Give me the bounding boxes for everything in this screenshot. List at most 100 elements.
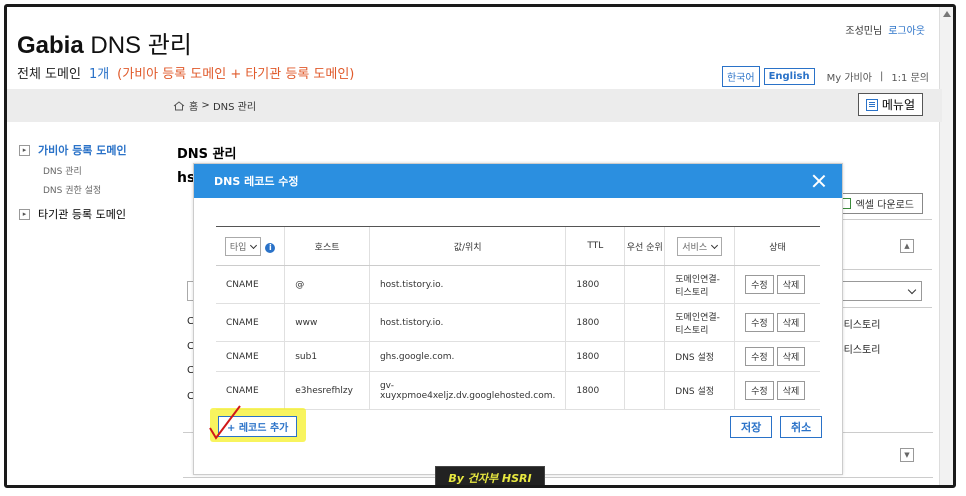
cell-actions: 수정 삭제 [734,265,820,304]
cancel-button[interactable]: 취소 [780,416,823,438]
col-service: 서비스 [664,226,735,266]
cell-value: host.tistory.io. [368,303,566,342]
cell-ttl: 1800 [565,341,625,372]
cell-service: DNS 설정 [664,371,735,410]
breadcrumb-bar [7,89,942,122]
inquiry-link[interactable]: 1:1 문의 [891,69,929,84]
table-row: CNAME www host.tistory.io. 1800 도메인연결-티스… [216,303,820,342]
cell-priority [624,265,665,304]
type-filter-select[interactable]: 타입 [224,236,262,256]
sidebar-item-dns-manage[interactable]: DNS 관리 [43,164,127,177]
cell-service: 도메인연결-티스토리 [664,265,735,304]
edit-button[interactable]: 수정 [745,347,774,366]
chevron-down-icon [250,241,258,249]
cell-value: gv-xuyxpmoe4xeljz.dv.googlehosted.com. [368,371,566,410]
app-title: Gabia DNS 관리 [17,32,192,59]
cell-actions: 수정 삭제 [734,341,820,372]
delete-button[interactable]: 삭제 [776,313,806,332]
cell-service: DNS 설정 [664,341,735,372]
breadcrumb-current: DNS 관리 [212,102,257,113]
cell-type: CNAME [216,341,285,372]
user-name: 조성민님 [845,26,883,37]
cell-service: 도메인연결-티스토리 [664,303,735,342]
scroll-up-arrow-icon[interactable] [943,11,951,17]
cell-priority [624,371,665,410]
dns-record-table: 타입 i 호스트 값/위치 TTL 우선 순위 서비스 상태 CNAME @ ho… [216,226,820,410]
divider [183,477,933,478]
browser-frame: Gabia DNS 관리 전체 도메인 1개 (가비아 등록 도메인 + 타기관 등… [4,4,956,488]
sidebar: ▸ 가비아 등록 도메인 DNS 관리 DNS 권한 설정 ▸ 타기관 등록 도메인 [19,142,127,228]
dns-record-edit-modal: DNS 레코드 수정 타입 i 호스트 값/위치 TTL 우선 순위 서비스 상태… [193,163,843,475]
sidebar-item-gabia-domains[interactable]: ▸ 가비아 등록 도메인 [19,142,127,158]
sidebar-item-dns-permission[interactable]: DNS 권한 설정 [43,183,127,196]
cell-actions: 수정 삭제 [734,303,820,342]
cell-host: @ [284,265,370,304]
table-row: CNAME @ host.tistory.io. 1800 도메인연결-티스토리… [216,265,820,304]
col-type: 타입 i [216,226,285,266]
chevron-down-icon[interactable]: ▼ [900,448,914,462]
table-header-row: 타입 i 호스트 값/위치 TTL 우선 순위 서비스 상태 [216,226,820,266]
vertical-scrollbar[interactable] [939,7,953,485]
col-ttl: TTL [565,226,625,266]
manual-button[interactable]: 메뉴얼 [857,93,923,116]
divider [840,219,932,220]
domain-summary: 전체 도메인 1개 (가비아 등록 도메인 + 타기관 등록 도메인) [17,63,354,82]
domain-count-note: (가비아 등록 도메인 + 타기관 등록 도메인) [117,67,355,82]
manual-icon [865,98,878,111]
cell-host: www [284,303,370,342]
close-icon[interactable] [812,174,826,188]
chevron-right-icon: ▸ [19,144,30,156]
delete-button[interactable]: 삭제 [776,275,806,294]
info-icon[interactable]: i [265,242,276,253]
chevron-up-icon[interactable]: ▲ [900,239,914,253]
excel-download-button[interactable]: 엑셀 다운로드 [830,193,923,214]
chevron-down-icon [907,285,917,295]
breadcrumb: 홈 > DNS 관리 [173,98,256,113]
cell-value: host.tistory.io. [368,265,566,304]
table-row: CNAME e3hesrefhlzy gv-xuyxpmoe4xeljz.dv.… [216,371,820,410]
user-box: 조성민님 로그아웃 [845,22,925,37]
page-title: DNS 관리 [177,147,237,162]
domain-count: 1개 [88,67,110,82]
cell-host: e3hesrefhlzy [284,371,370,410]
cell-ttl: 1800 [565,371,625,410]
cell-value: ghs.google.com. [368,341,566,372]
divider [840,269,932,270]
edit-button[interactable]: 수정 [745,381,774,400]
cell-ttl: 1800 [565,265,625,304]
breadcrumb-separator: > [201,100,210,111]
col-value: 값/위치 [368,226,566,266]
my-gabia-link[interactable]: My 가비아 [827,69,872,84]
divider [840,307,932,308]
lang-korean-button[interactable]: 한국어 [721,66,760,87]
bg-service-text: -티스토리 [840,320,881,331]
lang-english-button[interactable]: English [763,68,815,85]
watermark: By 건자부 HSRI [435,466,545,485]
delete-button[interactable]: 삭제 [776,381,806,400]
checkmark-annotation-icon [209,405,241,440]
col-priority: 우선 순위 [624,226,665,266]
sidebar-item-other-domains[interactable]: ▸ 타기관 등록 도메인 [19,206,127,222]
breadcrumb-home[interactable]: 홈 [189,98,198,113]
chevron-down-icon [711,241,719,249]
logout-link[interactable]: 로그아웃 [888,26,925,37]
cell-priority [624,303,665,342]
cell-priority [624,341,665,372]
chevron-right-icon: ▸ [19,208,30,220]
bg-service-text: -티스토리 [840,345,881,356]
modal-title: DNS 레코드 수정 [214,175,299,188]
delete-button[interactable]: 삭제 [776,347,806,366]
edit-button[interactable]: 수정 [745,313,774,332]
cell-host: sub1 [284,341,370,372]
modal-header: DNS 레코드 수정 [194,164,842,198]
cell-actions: 수정 삭제 [734,371,820,410]
cell-type: CNAME [216,265,285,304]
save-button[interactable]: 저장 [730,416,773,438]
table-row: CNAME sub1 ghs.google.com. 1800 DNS 설정 수… [216,341,820,372]
service-filter-select[interactable]: 서비스 [677,236,723,256]
separator: | [879,71,884,82]
col-status: 상태 [734,226,820,266]
service-dropdown[interactable] [840,281,922,301]
home-icon[interactable] [173,100,185,111]
edit-button[interactable]: 수정 [745,275,774,294]
